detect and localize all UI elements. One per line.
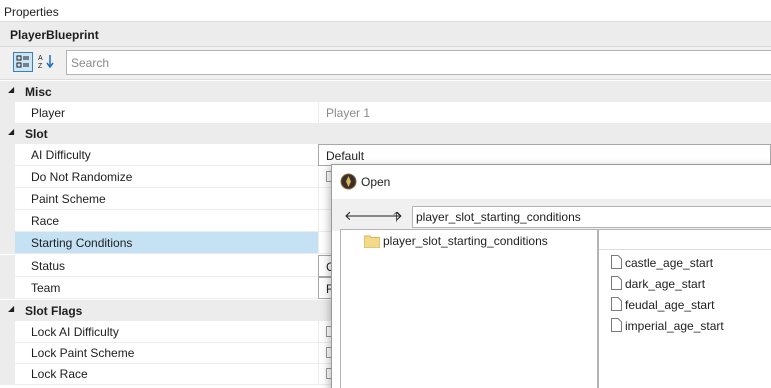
- property-name: Do Not Randomize: [15, 166, 318, 188]
- collapse-triangle-icon[interactable]: ◢: [8, 304, 14, 313]
- property-name: Lock AI Difficulty: [15, 321, 318, 343]
- property-name: Starting Conditions: [15, 232, 318, 254]
- category-label: Misc: [25, 85, 52, 99]
- file-name: dark_age_start: [625, 277, 706, 291]
- dialog-navigation-bar: 🡐 🡒 🡑 player_slot_starting_conditions: [332, 199, 771, 231]
- properties-panel-title: Properties: [0, 0, 771, 22]
- file-icon: [611, 297, 622, 311]
- sort-az-icon: A Z: [38, 55, 54, 70]
- up-arrow-icon[interactable]: 🡑: [393, 208, 400, 230]
- collapse-triangle-icon[interactable]: ◢: [8, 85, 14, 94]
- properties-toolbar: A Z Search: [0, 47, 771, 80]
- property-value: Player 1: [318, 102, 771, 124]
- svg-text:A: A: [38, 55, 43, 62]
- property-name: Player: [15, 102, 318, 124]
- file-list-header: [599, 230, 771, 250]
- category-misc[interactable]: ◢ Misc: [0, 81, 771, 102]
- property-row-player[interactable]: Player Player 1: [0, 102, 771, 124]
- file-name: imperial_age_start: [625, 319, 724, 333]
- property-row-ai-difficulty[interactable]: AI Difficulty Default: [0, 144, 771, 166]
- search-input[interactable]: Search: [66, 50, 771, 75]
- property-name: Lock Paint Scheme: [15, 342, 318, 364]
- property-name: Status: [15, 255, 318, 277]
- folder-tree[interactable]: player_slot_starting_conditions: [340, 229, 598, 388]
- categorized-icon: [16, 55, 29, 68]
- dialog-title: Open: [361, 175, 391, 189]
- property-name: Paint Scheme: [15, 188, 318, 210]
- category-slot[interactable]: ◢ Slot: [0, 123, 771, 144]
- file-icon: [611, 318, 622, 332]
- property-name: Race: [15, 210, 318, 232]
- file-icon: [611, 276, 622, 290]
- app-emblem-icon: [340, 173, 357, 190]
- file-name: feudal_age_start: [625, 298, 715, 312]
- collapse-triangle-icon[interactable]: ◢: [8, 127, 14, 136]
- category-label: Slot: [25, 127, 48, 141]
- file-list[interactable]: castle_age_start dark_age_start feudal_a…: [598, 229, 771, 388]
- categorized-view-button[interactable]: [13, 52, 33, 72]
- category-label: Slot Flags: [25, 304, 83, 318]
- tree-item-label: player_slot_starting_conditions: [383, 234, 548, 248]
- ai-difficulty-dropdown[interactable]: Default: [318, 144, 771, 166]
- file-name: castle_age_start: [625, 256, 714, 270]
- folder-icon: [364, 235, 380, 248]
- path-input[interactable]: player_slot_starting_conditions: [412, 206, 771, 228]
- object-name: PlayerBlueprint: [0, 22, 771, 47]
- file-icon: [611, 255, 622, 269]
- alphabetical-sort-button[interactable]: A Z: [37, 52, 57, 72]
- property-name: Lock Race: [15, 363, 318, 385]
- open-dialog[interactable]: Open 🡐 🡒 🡑 player_slot_starting_conditio…: [331, 164, 771, 388]
- svg-text:Z: Z: [38, 63, 43, 70]
- property-name: AI Difficulty: [15, 144, 318, 166]
- dialog-title-bar[interactable]: Open: [332, 165, 771, 199]
- property-name: Team: [15, 277, 318, 299]
